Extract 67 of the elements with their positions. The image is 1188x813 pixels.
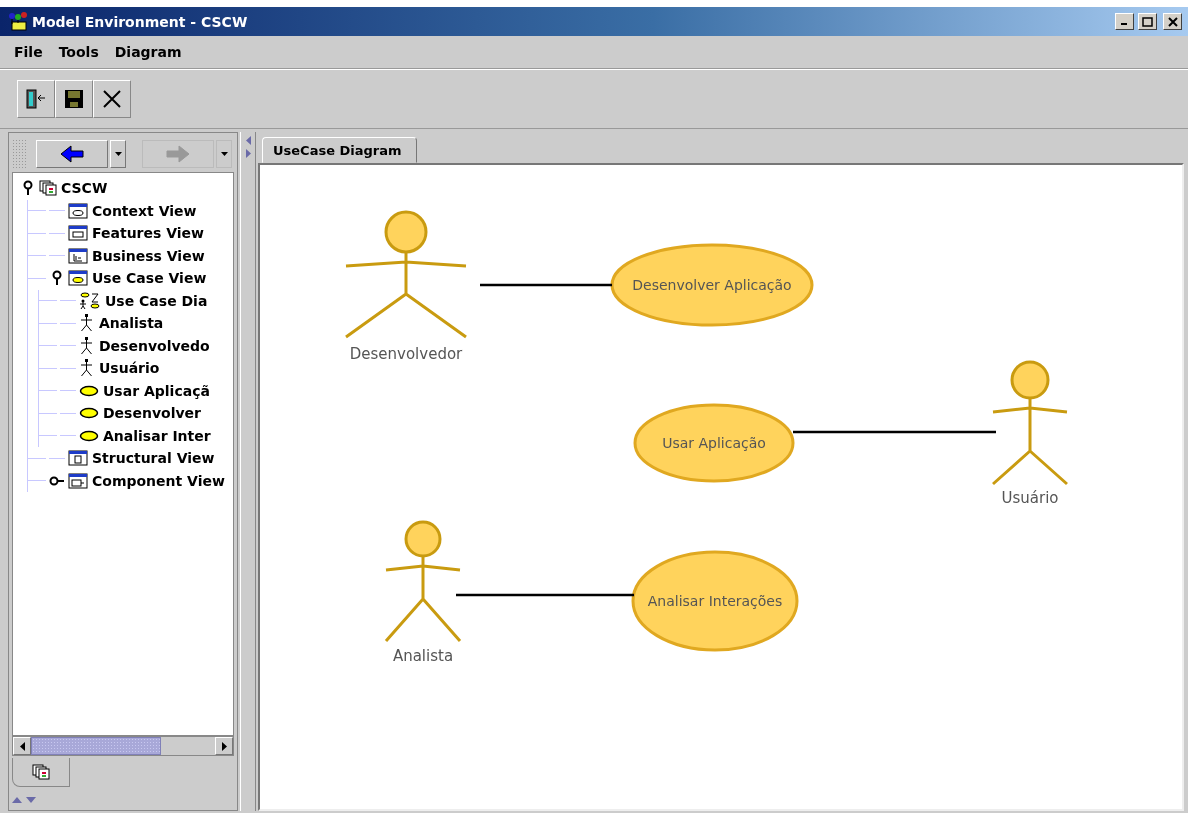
app-icon <box>8 11 28 32</box>
stacked-windows-icon <box>32 764 50 780</box>
close-button[interactable] <box>1163 13 1182 30</box>
up-triangle-icon[interactable] <box>12 797 22 803</box>
tree-item[interactable]: Features View <box>92 225 205 242</box>
tree-tab[interactable] <box>12 758 70 787</box>
stick-figure-icon <box>79 359 95 378</box>
menu-item[interactable]: Tools <box>58 44 99 60</box>
tree-item[interactable]: Desenvolver <box>103 405 201 422</box>
tree-item[interactable]: Analisar Inter <box>103 427 211 444</box>
use-case-name: Usar Aplicação <box>662 435 766 451</box>
x-icon <box>101 88 123 110</box>
right-triangle-icon[interactable] <box>221 741 227 751</box>
back-button[interactable] <box>36 140 108 168</box>
expanded-handle-icon[interactable] <box>52 270 62 287</box>
dropdown-button[interactable] <box>216 140 232 168</box>
window-title: Model Environment - CSCW <box>32 13 249 30</box>
door-icon <box>25 88 47 110</box>
caret-icon <box>114 152 122 156</box>
window-box-icon <box>68 450 88 467</box>
use-case-name: Analisar Interações <box>647 593 783 609</box>
horizontal-scrollbar[interactable] <box>12 736 234 756</box>
ellipse-icon <box>79 407 99 420</box>
tree-item[interactable]: Usar Aplicaçã <box>103 382 210 399</box>
splitter[interactable] <box>240 132 256 811</box>
menu-item[interactable]: Diagram <box>114 44 182 60</box>
tree-item[interactable]: Structural View <box>92 450 215 467</box>
tree-item[interactable]: Desenvolvedo <box>99 337 210 354</box>
delete-button[interactable] <box>93 80 131 118</box>
maximize-button[interactable] <box>1138 13 1157 30</box>
actor-name: Desenvolvedor <box>349 345 463 363</box>
exit-button[interactable] <box>17 80 55 118</box>
tree-item[interactable]: Context View <box>92 202 197 219</box>
tree-item[interactable]: CSCW <box>61 180 108 197</box>
window-chart-icon <box>68 247 88 264</box>
tree-item[interactable]: Use Case Dia <box>105 292 208 309</box>
actor-name: Analista <box>392 647 454 665</box>
tree-item[interactable]: Component View <box>92 472 225 489</box>
actor-name: Usuário <box>1001 489 1059 507</box>
save-button[interactable] <box>55 80 93 118</box>
tree-item[interactable]: Usuário <box>99 360 160 377</box>
tab[interactable]: UseCase Diagram <box>262 137 417 163</box>
stick-figure-icon <box>79 314 95 333</box>
minimize-button[interactable] <box>1115 13 1134 30</box>
left-arrow-icon <box>60 145 84 163</box>
window-rectangle-icon <box>68 225 88 242</box>
ellipse-icon <box>79 384 99 397</box>
stick-figure-icon <box>79 336 95 355</box>
expanded-handle-icon[interactable] <box>23 180 33 197</box>
right-triangle-icon <box>245 149 251 158</box>
left-triangle-icon <box>245 136 251 145</box>
close-icon <box>1167 16 1178 27</box>
tree-item[interactable]: Use Case View <box>92 270 207 287</box>
ellipse-icon <box>79 429 99 442</box>
collapsed-handle-icon[interactable] <box>49 475 65 486</box>
menu-item[interactable]: File <box>14 44 43 60</box>
left-triangle-icon[interactable] <box>19 741 25 751</box>
right-arrow-icon <box>166 145 190 163</box>
tree-item[interactable]: Analista <box>99 315 164 332</box>
caret-icon <box>220 152 228 156</box>
stacked-windows-icon <box>39 180 57 197</box>
use-case-name: Desenvolver Aplicação <box>632 277 792 293</box>
down-triangle-icon[interactable] <box>26 797 36 803</box>
maximize-icon <box>1142 16 1153 27</box>
diagram-icon <box>79 291 101 310</box>
window-component-icon <box>68 472 88 489</box>
tree-item[interactable]: Business View <box>92 247 205 264</box>
